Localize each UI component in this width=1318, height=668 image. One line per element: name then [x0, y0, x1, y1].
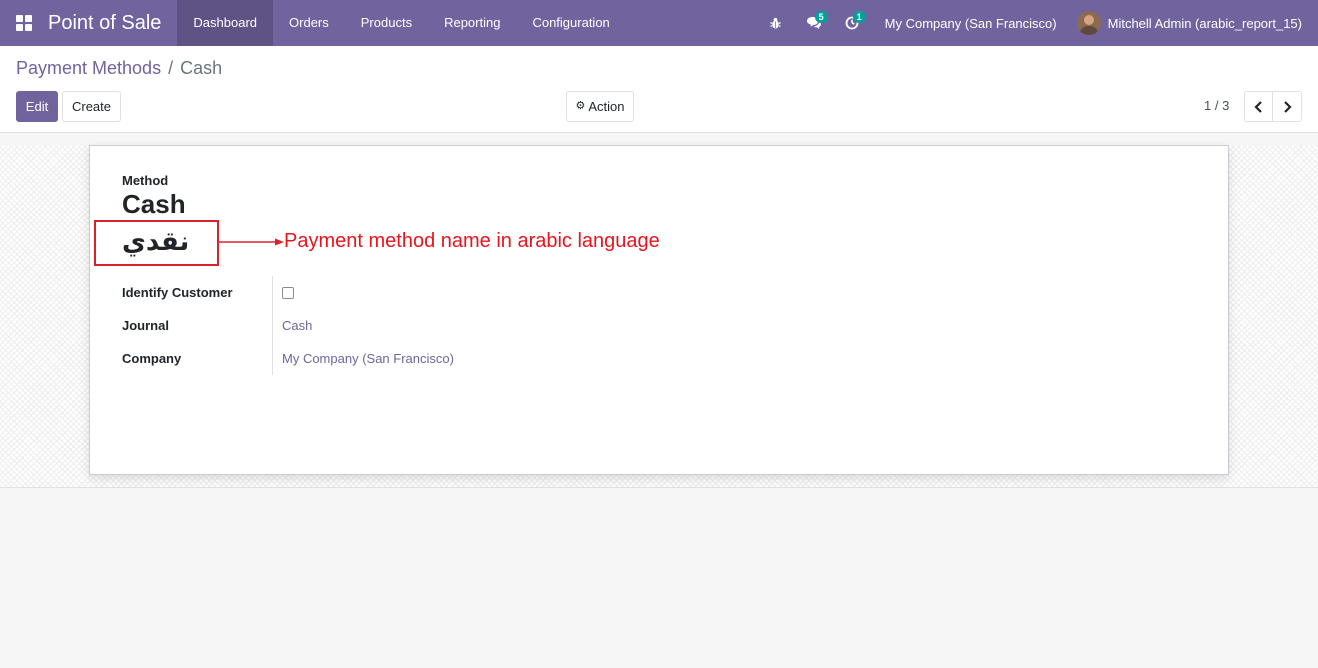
user-name: Mitchell Admin (arabic_report_15)	[1107, 15, 1302, 31]
debug-bug-icon[interactable]	[757, 0, 795, 46]
pager-buttons	[1244, 91, 1302, 122]
action-button[interactable]: ⚙ Action	[566, 91, 634, 122]
field-row-journal: Journal Cash	[122, 309, 582, 342]
form-sheet: Method Cash نقدي Payment method name in …	[89, 145, 1229, 475]
create-button[interactable]: Create	[62, 91, 121, 122]
annotation-text: Payment method name in arabic language	[284, 230, 660, 252]
menu-configuration[interactable]: Configuration	[516, 0, 625, 46]
annotation-arrow-icon	[219, 238, 284, 246]
pager-next-button[interactable]	[1273, 91, 1302, 122]
messages-badge: 5	[814, 11, 828, 23]
control-panel: Payment Methods / Cash Edit Create ⚙ Act…	[0, 46, 1318, 133]
app-brand[interactable]: Point of Sale	[48, 0, 177, 46]
chevron-right-icon	[1283, 100, 1292, 113]
menu-orders[interactable]: Orders	[273, 0, 345, 46]
activities-clock-icon[interactable]: 1	[833, 0, 871, 46]
activities-badge: 1	[852, 11, 866, 23]
action-label: Action	[588, 99, 625, 114]
menu-reporting[interactable]: Reporting	[428, 0, 516, 46]
pager-previous-button[interactable]	[1244, 91, 1273, 122]
breadcrumb: Payment Methods / Cash	[16, 58, 222, 79]
breadcrumb-current: Cash	[180, 58, 223, 78]
company-label: Company	[122, 351, 182, 366]
company-switcher[interactable]: My Company (San Francisco)	[871, 16, 1077, 31]
menu-products[interactable]: Products	[345, 0, 428, 46]
gear-icon: ⚙	[575, 100, 586, 112]
journal-link[interactable]: Cash	[272, 309, 312, 342]
user-menu[interactable]: Mitchell Admin (arabic_report_15)	[1076, 11, 1318, 35]
annotation-highlight-box	[94, 220, 219, 266]
identify-customer-value	[272, 276, 294, 309]
edit-button[interactable]: Edit	[16, 91, 58, 122]
identify-customer-label: Identify Customer	[122, 285, 233, 300]
method-name-english: Cash	[122, 189, 186, 219]
field-row-identify-customer: Identify Customer	[122, 276, 582, 309]
breadcrumb-payment-methods[interactable]: Payment Methods	[16, 58, 161, 78]
pager-value[interactable]: 1 / 3	[1204, 98, 1229, 113]
field-row-company: Company My Company (San Francisco)	[122, 342, 582, 375]
messages-chat-icon[interactable]: 5	[795, 0, 833, 46]
user-avatar	[1076, 11, 1101, 35]
top-navbar: Point of Sale Dashboard Orders Products …	[0, 0, 1318, 46]
menu-dashboard[interactable]: Dashboard	[177, 0, 274, 46]
journal-label: Journal	[122, 318, 169, 333]
breadcrumb-separator: /	[168, 58, 174, 78]
method-label: Method	[122, 173, 169, 188]
company-link[interactable]: My Company (San Francisco)	[272, 342, 454, 375]
chevron-left-icon	[1254, 100, 1262, 113]
form-fields: Identify Customer Journal Cash Company M…	[122, 276, 582, 375]
apps-menu-icon[interactable]	[0, 0, 48, 46]
identify-customer-checkbox[interactable]	[282, 286, 294, 299]
